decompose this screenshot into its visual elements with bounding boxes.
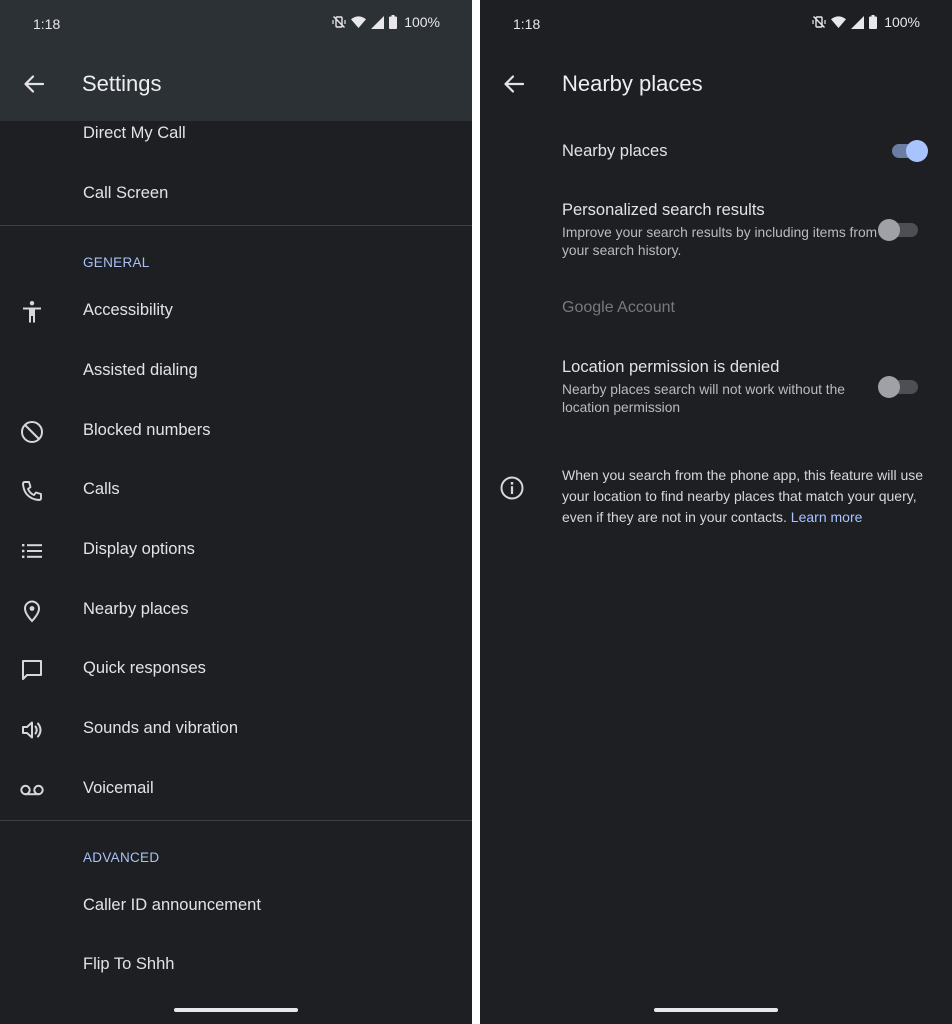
settings-item-label: Nearby places — [83, 600, 189, 618]
settings-item-label: Display options — [83, 540, 195, 558]
settings-item-call-screen[interactable]: Call Screen — [0, 165, 472, 225]
settings-item-label: Assisted dialing — [83, 361, 198, 379]
settings-item-direct-my-call[interactable]: Direct My Call — [0, 105, 472, 165]
info-icon — [500, 476, 524, 500]
chat-bubble-icon — [18, 656, 46, 684]
personalized-search-switch[interactable] — [876, 216, 920, 244]
list-icon — [18, 537, 46, 565]
arrow-back-icon — [504, 75, 524, 93]
settings-item-label: Flip To Shhh — [83, 955, 175, 973]
wifi-icon — [831, 15, 847, 28]
nearby-places-screen: 1:18 100% Nearby places Nearby places Pe… — [480, 0, 952, 1024]
settings-item-assisted-dialing[interactable]: Assisted dialing — [0, 342, 472, 402]
section-divider — [0, 225, 472, 226]
section-divider — [0, 820, 472, 821]
battery-icon — [869, 15, 878, 29]
signal-icon — [371, 15, 385, 29]
battery-percent: 100% — [404, 14, 440, 30]
switch-thumb — [906, 140, 928, 162]
settings-item-calls[interactable]: Calls — [0, 461, 472, 521]
settings-item-label: Quick responses — [83, 659, 206, 677]
settings-item-blocked-numbers[interactable]: Blocked numbers — [0, 402, 472, 462]
vibrate-off-icon — [812, 16, 826, 28]
switch-thumb — [878, 376, 900, 398]
vibrate-off-icon — [332, 16, 346, 28]
section-header-advanced: ADVANCED — [83, 850, 160, 865]
phone-icon — [18, 477, 46, 505]
pref-summary: Nearby places search will not work witho… — [562, 382, 845, 415]
status-time: 1:18 — [513, 16, 541, 32]
settings-item-label: Accessibility — [83, 301, 173, 319]
nearby-places-switch[interactable] — [884, 137, 928, 165]
settings-item-label: Calls — [83, 480, 120, 498]
gesture-nav-handle[interactable] — [174, 1008, 298, 1012]
learn-more-link[interactable]: Learn more — [791, 509, 863, 525]
location-permission-switch[interactable] — [876, 373, 920, 401]
status-icons: 100% — [332, 14, 440, 30]
settings-screen: 1:18 100% Settings Direct My Call Call S… — [0, 0, 472, 1024]
pref-nearby-places[interactable]: Nearby places — [562, 142, 882, 161]
voicemail-icon — [18, 776, 46, 804]
section-header-general: GENERAL — [83, 255, 150, 270]
gesture-nav-handle[interactable] — [654, 1008, 778, 1012]
pref-location-permission[interactable]: Location permission is denied Nearby pla… — [562, 358, 882, 416]
pref-title: Personalized search results — [562, 201, 765, 219]
settings-item-caller-id-announcement[interactable]: Caller ID announcement — [0, 877, 472, 937]
battery-icon — [389, 15, 398, 29]
category-google-account: Google Account — [562, 299, 675, 316]
settings-item-quick-responses[interactable]: Quick responses — [0, 640, 472, 700]
settings-item-label: Sounds and vibration — [83, 719, 239, 737]
settings-item-label: Call Screen — [83, 184, 169, 202]
status-time: 1:18 — [33, 16, 61, 32]
pref-title: Location permission is denied — [562, 358, 780, 376]
volume-icon — [18, 716, 46, 744]
battery-percent: 100% — [884, 14, 920, 30]
settings-item-accessibility[interactable]: Accessibility — [0, 282, 472, 342]
switch-thumb — [878, 219, 900, 241]
arrow-back-icon — [24, 75, 44, 93]
page-title: Nearby places — [562, 71, 703, 96]
settings-item-label: Blocked numbers — [83, 421, 211, 439]
footer-info-text: When you search from the phone app, this… — [562, 465, 938, 527]
status-icons: 100% — [812, 14, 920, 30]
settings-item-nearby-places[interactable]: Nearby places — [0, 581, 472, 641]
footer-text: When you search from the phone app, this… — [562, 467, 924, 525]
status-bar: 1:18 100% — [480, 0, 952, 48]
settings-item-label: Direct My Call — [83, 124, 186, 142]
status-bar: 1:18 100% — [0, 0, 472, 48]
settings-item-label: Voicemail — [83, 779, 154, 797]
settings-item-sounds-and-vibration[interactable]: Sounds and vibration — [0, 700, 472, 760]
accessibility-icon — [18, 298, 46, 326]
settings-item-flip-to-shhh[interactable]: Flip To Shhh — [0, 936, 472, 996]
pref-personalized-search-results[interactable]: Personalized search results Improve your… — [562, 201, 882, 259]
page-title: Settings — [82, 71, 162, 96]
settings-item-voicemail[interactable]: Voicemail — [0, 760, 472, 820]
back-button[interactable] — [494, 64, 534, 104]
location-pin-icon — [18, 597, 46, 625]
settings-item-label: Caller ID announcement — [83, 896, 261, 914]
pref-title: Nearby places — [562, 142, 668, 160]
signal-icon — [851, 15, 865, 29]
settings-item-display-options[interactable]: Display options — [0, 521, 472, 581]
wifi-icon — [351, 15, 367, 28]
back-button[interactable] — [14, 64, 54, 104]
block-icon — [18, 418, 46, 446]
pref-summary: Improve your search results by including… — [562, 225, 878, 258]
